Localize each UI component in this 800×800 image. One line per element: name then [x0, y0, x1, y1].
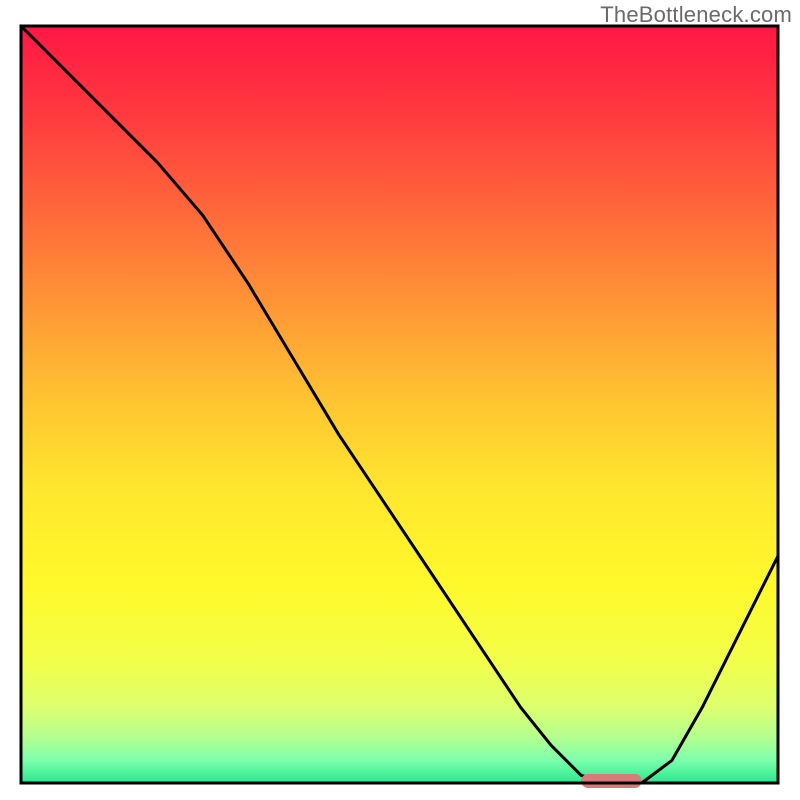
chart-stage: TheBottleneck.com — [0, 0, 800, 800]
bottleneck-chart — [0, 0, 800, 800]
